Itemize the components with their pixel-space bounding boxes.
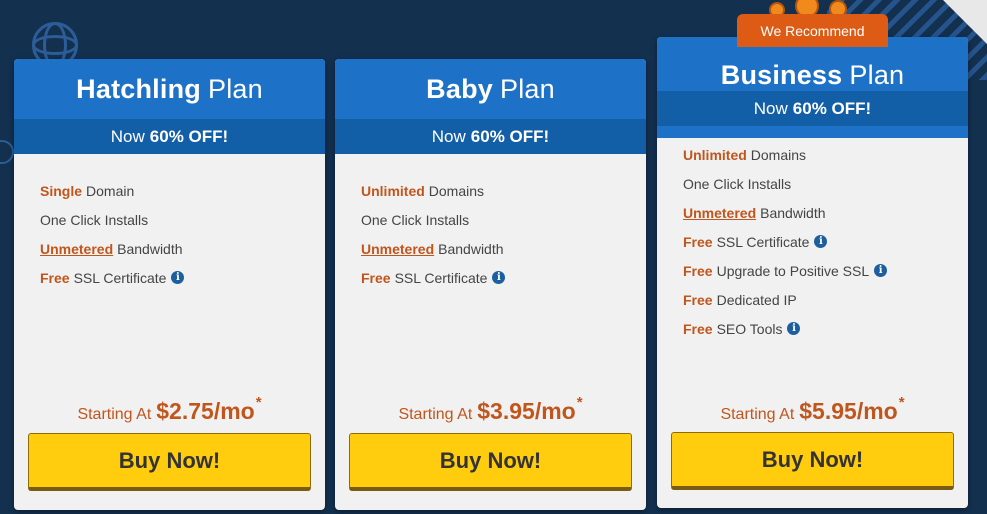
info-circle-icon[interactable]: i: [492, 271, 506, 284]
feature-item: Unlimited Domains: [361, 176, 646, 205]
plan-title: Baby Plan: [335, 59, 646, 119]
plan-name-suffix: Plan: [849, 60, 905, 90]
feature-text: One Click Installs: [361, 211, 470, 228]
price-row: Starting At $3.95/mo *: [335, 394, 646, 425]
feature-item: Free Dedicated IP: [683, 285, 968, 314]
price-value: $5.95/mo: [799, 398, 898, 424]
feature-item: Unmetered Bandwidth: [683, 198, 968, 227]
feature-highlight-link[interactable]: Unmetered: [683, 205, 756, 221]
feature-highlight: Unlimited: [683, 146, 747, 163]
info-circle-icon[interactable]: i: [814, 235, 828, 248]
feature-text: Domain: [86, 182, 135, 199]
feature-item: Free SSL Certificate i: [683, 227, 968, 256]
buy-now-button[interactable]: Buy Now!: [28, 433, 311, 491]
feature-text: SSL Certificate: [73, 269, 167, 286]
feature-list: Unlimited Domains One Click Installs Unm…: [657, 126, 968, 343]
discount-value: 60% OFF!: [792, 98, 872, 118]
price-label: Starting At: [398, 406, 473, 423]
price-value: $2.75/mo: [156, 398, 255, 424]
plan-name-bold: Hatchling: [76, 73, 201, 104]
feature-highlight: Unlimited: [361, 182, 425, 199]
discount-value: 60% OFF!: [149, 126, 229, 146]
feature-text: Upgrade to Positive SSL: [716, 262, 870, 279]
lightbulb-icon: [0, 140, 14, 164]
feature-item: Unmetered Bandwidth: [40, 234, 325, 263]
feature-item: One Click Installs: [683, 169, 968, 198]
info-circle-icon[interactable]: i: [787, 322, 801, 335]
price-row: Starting At $5.95/mo *: [657, 394, 968, 425]
feature-text: One Click Installs: [683, 175, 792, 192]
feature-text: Bandwidth: [438, 240, 504, 257]
buy-now-button[interactable]: Buy Now!: [671, 432, 954, 490]
plan-card-baby: Baby Plan Now 60% OFF! Unlimited Domains…: [335, 59, 646, 510]
info-circle-icon[interactable]: i: [171, 271, 185, 284]
feature-highlight: Free: [40, 269, 70, 286]
feature-highlight: Free: [683, 320, 713, 337]
price-footnote-mark: *: [576, 394, 583, 411]
plan-card-business: We Recommend Business Plan Now 60% OFF! …: [657, 0, 968, 508]
discount-banner: Now 60% OFF!: [14, 119, 325, 154]
plan-title: Hatchling Plan: [14, 59, 325, 119]
feature-text: Dedicated IP: [716, 291, 797, 308]
feature-item: Unlimited Domains: [683, 140, 968, 169]
discount-prefix: Now: [110, 126, 145, 146]
discount-value: 60% OFF!: [470, 126, 550, 146]
discount-banner: Now 60% OFF!: [335, 119, 646, 154]
discount-banner: Now 60% OFF!: [657, 91, 968, 126]
price-footnote-mark: *: [898, 394, 905, 411]
feature-list: Single Domain One Click Installs Unmeter…: [14, 154, 325, 292]
discount-prefix: Now: [431, 126, 466, 146]
plan-card-hatchling: Hatchling Plan Now 60% OFF! Single Domai…: [14, 59, 325, 510]
plan-name-bold: Baby: [426, 73, 493, 104]
price-value: $3.95/mo: [477, 398, 576, 424]
feature-highlight: Single: [40, 182, 83, 199]
feature-item: Free SSL Certificate i: [40, 263, 325, 292]
feature-item: Free SEO Tools i: [683, 314, 968, 343]
feature-item: Free Upgrade to Positive SSL i: [683, 256, 968, 285]
plan-name-suffix: Plan: [499, 73, 555, 104]
feature-highlight-link[interactable]: Unmetered: [361, 241, 434, 257]
feature-text: SEO Tools: [716, 320, 783, 337]
feature-highlight: Free: [683, 262, 713, 279]
plan-name-suffix: Plan: [207, 73, 263, 104]
feature-text: SSL Certificate: [394, 269, 488, 286]
feature-highlight-link[interactable]: Unmetered: [40, 241, 113, 257]
feature-highlight: Free: [361, 269, 391, 286]
recommend-badge: We Recommend: [737, 14, 888, 47]
feature-item: One Click Installs: [40, 205, 325, 234]
feature-text: Domains: [750, 146, 807, 163]
price-label: Starting At: [720, 406, 795, 423]
price-footnote-mark: *: [255, 394, 262, 411]
discount-prefix: Now: [753, 98, 788, 118]
feature-item: Unmetered Bandwidth: [361, 234, 646, 263]
feature-highlight: Free: [683, 233, 713, 250]
feature-text: One Click Installs: [40, 211, 149, 228]
feature-text: Bandwidth: [117, 240, 183, 257]
buy-now-button[interactable]: Buy Now!: [349, 433, 632, 491]
feature-list: Unlimited Domains One Click Installs Unm…: [335, 154, 646, 292]
feature-item: Free SSL Certificate i: [361, 263, 646, 292]
price-label: Starting At: [77, 406, 152, 423]
plan-name-bold: Business: [720, 60, 843, 90]
feature-text: Bandwidth: [760, 204, 826, 221]
feature-item: Single Domain: [40, 176, 325, 205]
feature-text: SSL Certificate: [716, 233, 810, 250]
price-row: Starting At $2.75/mo *: [14, 394, 325, 425]
feature-item: One Click Installs: [361, 205, 646, 234]
feature-text: Domains: [428, 182, 485, 199]
feature-highlight: Free: [683, 291, 713, 308]
info-circle-icon[interactable]: i: [874, 264, 888, 277]
